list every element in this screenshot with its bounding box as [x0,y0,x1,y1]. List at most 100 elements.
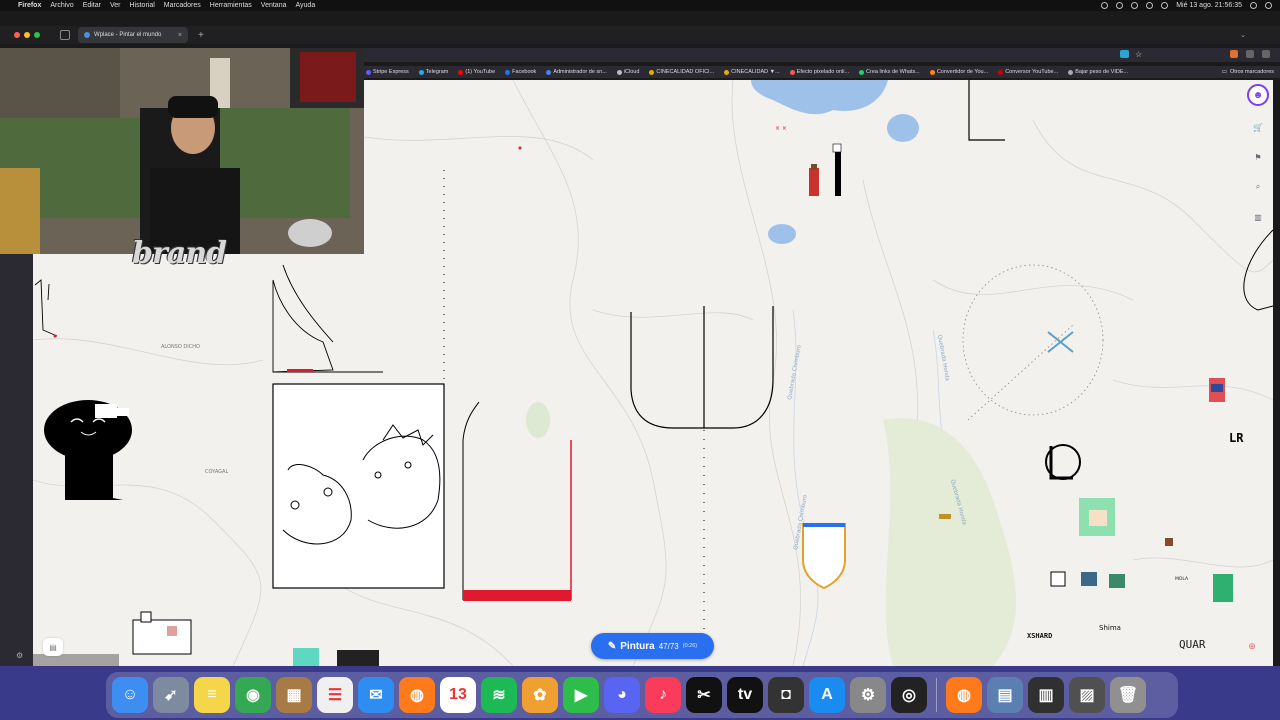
folder-icon: ▭ [1221,69,1227,75]
bookmark-item[interactable]: iCloud [616,69,639,75]
dock-app-messages[interactable]: ✉ [358,677,394,713]
bookmark-favicon-icon [789,69,795,75]
search-icon[interactable] [1250,2,1257,9]
close-window-button[interactable] [14,32,20,38]
user-avatar[interactable]: ☻ [1247,84,1269,106]
dock-app-photos[interactable]: ✿ [522,677,558,713]
pixel-art-frame [272,383,445,589]
other-bookmarks-folder[interactable]: ▭ Otros marcadores [1222,69,1274,75]
pixel-art-sketch [272,264,383,373]
bookmark-favicon-icon [649,69,655,75]
dock-app-archive[interactable]: ▦ [276,677,312,713]
dock-app-obs[interactable]: ◎ [891,677,927,713]
bookmark-item[interactable]: Administrador de sn... [546,69,607,75]
dock-app-capcut[interactable]: ✂ [686,677,722,713]
bookmark-star-icon[interactable]: ☆ [1135,50,1142,59]
dock-app-firefox[interactable]: ◍ [399,677,435,713]
dock-app-notes[interactable]: ≡ [194,677,230,713]
pixel-dot [53,334,57,338]
menu-archivo[interactable]: Archivo [50,2,73,9]
minimize-window-button[interactable] [24,32,30,38]
dock-app-finder[interactable]: ☺ [112,677,148,713]
leaderboard-icon[interactable]: ⚑ [1249,148,1267,166]
bookmark-item[interactable]: Crea links de Whats... [859,69,920,75]
dock-app-calendar[interactable]: 13 [440,677,476,713]
new-tab-button[interactable]: + [198,30,204,41]
bookmark-label: Telegram [425,69,449,75]
dock-app-chrome[interactable]: ◉ [235,677,271,713]
bookmark-favicon-icon [859,69,865,75]
menu-icon[interactable] [1262,50,1270,58]
tab-list-chevron-icon[interactable]: ⌄ [1240,31,1246,39]
dock-app-trash[interactable]: 🗑 [1110,677,1146,713]
tab-wplace[interactable]: Wplace - Pintar el mundo × [78,27,188,43]
dock-app-music[interactable]: ♪ [645,677,681,713]
bookmark-item[interactable]: Facebook [505,69,536,75]
bookmarks-bar: Stripe Express Telegram (1) YouTube Faceboo… [364,66,1280,78]
menu-ventana[interactable]: Ventana [261,2,287,9]
layers-button[interactable]: ▤ [43,638,63,656]
bookmark-item[interactable]: Telegram [418,69,449,75]
dock-app-discord[interactable]: ◕ [604,677,640,713]
gear-icon[interactable]: ⚙ [16,651,23,660]
bookmark-item[interactable]: CINECALIDAD OFICI... [649,69,714,75]
bookmark-favicon-icon [458,69,464,75]
bookmark-favicon-icon [546,69,552,75]
battery-icon[interactable] [1161,2,1169,9]
menu-marcadores[interactable]: Marcadores [164,2,201,9]
map-label: ALONSO DICHO [161,344,200,350]
control-center-icon[interactable] [1265,2,1272,9]
bookmark-label: Convertidor de You... [936,69,989,75]
search-map-icon[interactable]: ⌕ [1249,178,1267,196]
store-cart-icon[interactable]: 🛒 [1249,118,1267,136]
dock-app-folder-2[interactable]: ▨ [1069,677,1105,713]
bookmark-item[interactable]: Bajar peso de VIDE... [1068,69,1128,75]
dock-app-preview[interactable]: ▤ [987,677,1023,713]
zoom-window-button[interactable] [34,32,40,38]
menu-herramientas[interactable]: Herramientas [210,2,252,9]
dock-app-app-store[interactable]: A [809,677,845,713]
paint-recharge-timer: (0:26) [682,643,698,649]
wplace-side-toolbar: ☻ 🛒 ⚑ ⌕ ▥ [1244,84,1272,226]
status-icon[interactable] [1116,2,1124,9]
dock-app-launchpad[interactable]: ➹ [153,677,189,713]
tab-title: Wplace - Pintar el mundo [94,32,162,38]
bookmark-item[interactable]: Convertidor de You... [929,69,989,75]
shield-top [803,523,845,527]
corner-bracket [968,80,1005,141]
stats-icon[interactable]: ▥ [1249,208,1267,226]
paint-button[interactable]: ✎ Pintura 47/73 (0:26) [591,633,714,659]
bookmark-item[interactable]: Conversor YouTube... [998,69,1058,75]
menu-historial[interactable]: Historial [130,2,155,9]
bookmark-item[interactable]: Efecto pixelado onli... [789,69,849,75]
bookmark-favicon-icon [366,69,371,75]
pocket-icon[interactable] [1246,50,1254,58]
bookmark-item[interactable]: (1) YouTube [458,69,495,75]
dock-app-spotify[interactable]: ≋ [481,677,517,713]
sidebar-icon[interactable] [60,30,70,40]
dock-app-folder[interactable]: ▥ [1028,677,1064,713]
webcam-overlay [0,48,364,254]
location-pin-icon[interactable]: ⊕ [1244,638,1260,654]
dock-app-camera[interactable]: ◘ [768,677,804,713]
extension-icon[interactable] [1230,50,1238,58]
wifi-icon[interactable] [1146,2,1154,9]
status-icon[interactable] [1131,2,1139,9]
status-icon[interactable] [1101,2,1109,9]
menu-ver[interactable]: Ver [110,2,121,9]
dock-app-apple-tv[interactable]: tv [727,677,763,713]
bookmark-favicon-icon [998,69,1004,75]
dock-app-system-settings[interactable]: ⚙ [850,677,886,713]
menu-ayuda[interactable]: Ayuda [295,2,315,9]
menu-editar[interactable]: Editar [83,2,101,9]
close-tab-icon[interactable]: × [178,32,182,39]
dock-app-reminders[interactable]: ☰ [317,677,353,713]
clock[interactable]: Mié 13 ago. 21:56:35 [1176,2,1242,9]
bookmark-item[interactable]: Stripe Express [366,69,409,75]
bookmark-favicon-icon [724,69,730,75]
bookmark-item[interactable]: CINECALIDAD ▼... [724,69,780,75]
dock-app-firefox[interactable]: ◍ [946,677,982,713]
dock-app-facetime[interactable]: ▶ [563,677,599,713]
translate-icon[interactable] [1120,50,1129,58]
menu-app-name[interactable]: Firefox [18,2,41,9]
